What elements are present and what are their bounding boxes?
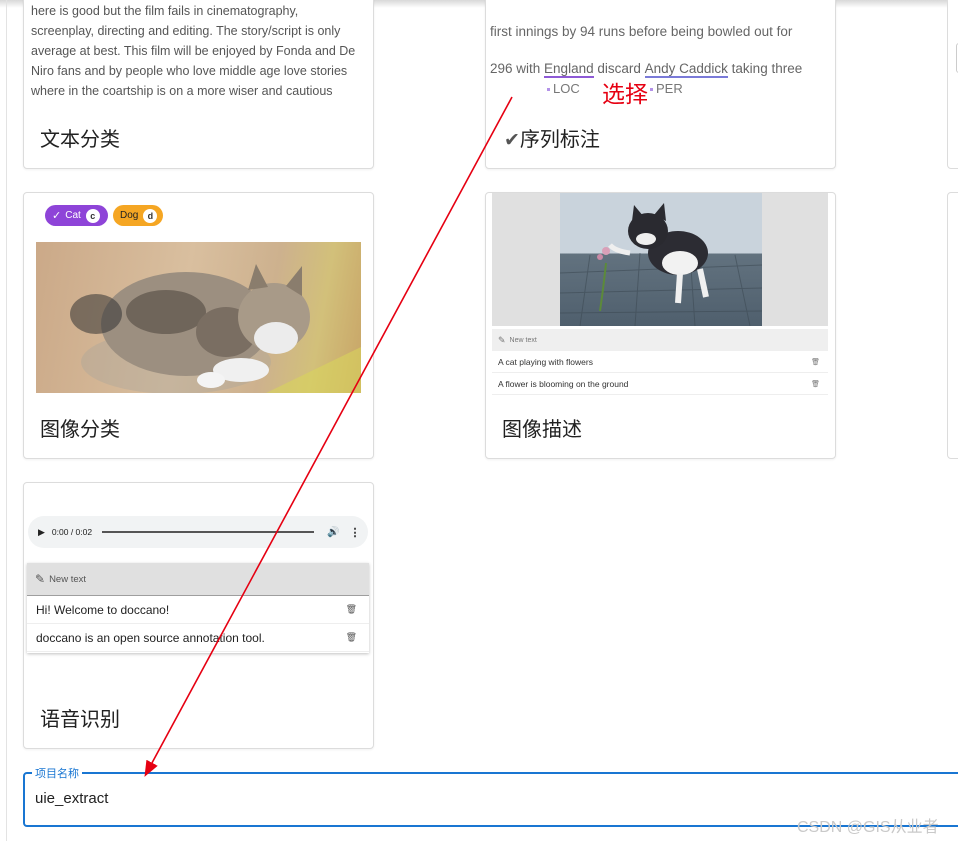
entity-tag-loc: LOC [547, 81, 580, 96]
kitten-photo [560, 193, 762, 326]
kitten-illustration [560, 203, 762, 326]
caption-text: A cat playing with flowers [498, 357, 593, 367]
card-image-classification[interactable]: ✓ Cat c Dog d 图像分类 [23, 192, 374, 459]
transcription-panel: ✎ New text Hi! Welcome to doccano! 🗑 doc… [27, 563, 369, 653]
label-chip-dog[interactable]: Dog d [113, 205, 163, 226]
text-fragment: taking three [727, 61, 803, 76]
trash-icon[interactable]: 🗑 [346, 604, 357, 615]
new-text-label: New text [509, 336, 537, 344]
chip-label: Dog [120, 210, 139, 221]
trash-icon[interactable]: 🗑 [811, 380, 820, 388]
new-text-toolbar[interactable]: ✎ New text [492, 329, 828, 351]
preview-line: Niro fans and by people who love middle … [31, 64, 348, 78]
chip-shortcut-key: c [85, 208, 100, 223]
label-chip-cat[interactable]: ✓ Cat c [45, 205, 108, 226]
card-title: 图像描述 [502, 419, 582, 441]
card-image-captioning[interactable]: ✎ New text A cat playing with flowers 🗑 … [485, 192, 836, 459]
card-sequence-labeling[interactable]: first innings by 94 runs before being bo… [485, 0, 836, 169]
check-icon: ✓ [52, 210, 62, 222]
card-title-row: ✔序列标注 [504, 123, 600, 152]
preview-line: average at best. This film will be enjoy… [31, 44, 356, 58]
entity-tag-per: PER [650, 81, 683, 96]
entity-span-loc[interactable]: England [544, 61, 594, 78]
card-title: 图像分类 [40, 419, 120, 441]
text-fragment: 296 with [490, 61, 545, 76]
play-icon[interactable]: ▶ [38, 527, 45, 538]
project-name-label: 项目名称 [32, 765, 82, 781]
trash-icon[interactable]: 🗑 [346, 632, 357, 643]
card-partial-right[interactable] [947, 192, 958, 459]
tag-label: PER [656, 81, 683, 96]
transcription-text: doccano is an open source annotation too… [36, 630, 265, 645]
card-title: 文本分类 [40, 129, 120, 151]
preview-line: here is good but the film fails in cinem… [31, 4, 299, 18]
audio-player[interactable]: ▶ 0:00 / 0:02 🔊 ⋮ [28, 516, 368, 548]
pencil-icon: ✎ [35, 572, 46, 586]
select-annotation: 选择 [602, 81, 648, 107]
text-preview: here is good but the film fails in cinem… [31, 1, 371, 101]
card-speech-recognition[interactable]: ▶ 0:00 / 0:02 🔊 ⋮ ✎ New text Hi! Welcome… [23, 482, 374, 749]
caption-row[interactable]: A flower is blooming on the ground 🗑 [492, 374, 828, 395]
volume-icon[interactable]: 🔊 [327, 527, 339, 538]
card-title: 序列标注 [519, 129, 600, 151]
sequence-text-line: first innings by 94 runs before being bo… [490, 24, 793, 39]
cat-photo [36, 242, 361, 393]
transcription-row[interactable]: Hi! Welcome to doccano! 🗑 [27, 596, 369, 624]
chip-shortcut-key: d [143, 208, 158, 223]
chip-label: Cat [65, 210, 81, 221]
watermark: CSDN @GIS从业者 [797, 819, 939, 836]
audio-progress-bar[interactable] [102, 531, 315, 533]
preview-line: screenplay, directing and editing. The s… [31, 24, 341, 38]
nav-divider [6, 0, 7, 841]
tag-label: LOC [553, 81, 580, 96]
card-text-classification[interactable]: here is good but the film fails in cinem… [23, 0, 374, 169]
entity-span-per[interactable]: Andy Caddick [644, 61, 728, 78]
caption-row[interactable]: A cat playing with flowers 🗑 [492, 352, 828, 373]
transcription-row[interactable]: doccano is an open source annotation too… [27, 624, 369, 652]
more-vert-icon[interactable]: ⋮ [350, 526, 361, 539]
preview-line: where in the coartship is on a more wise… [31, 84, 333, 98]
new-text-label: New text [49, 573, 87, 585]
new-text-toolbar[interactable]: ✎ New text [27, 563, 369, 596]
pencil-icon: ✎ [498, 334, 506, 345]
transcription-text: Hi! Welcome to doccano! [36, 602, 170, 617]
project-name-input[interactable] [35, 790, 635, 807]
audio-time: 0:00 / 0:02 [51, 527, 93, 537]
image-area [492, 193, 828, 326]
card-partial-right[interactable] [947, 0, 958, 169]
card-title: 语音识别 [40, 709, 120, 731]
text-fragment: discard [593, 61, 645, 76]
trash-icon[interactable]: 🗑 [811, 358, 820, 366]
caption-text: A flower is blooming on the ground [498, 379, 629, 389]
check-icon: ✔ [504, 130, 520, 151]
cat-illustration [70, 264, 361, 393]
